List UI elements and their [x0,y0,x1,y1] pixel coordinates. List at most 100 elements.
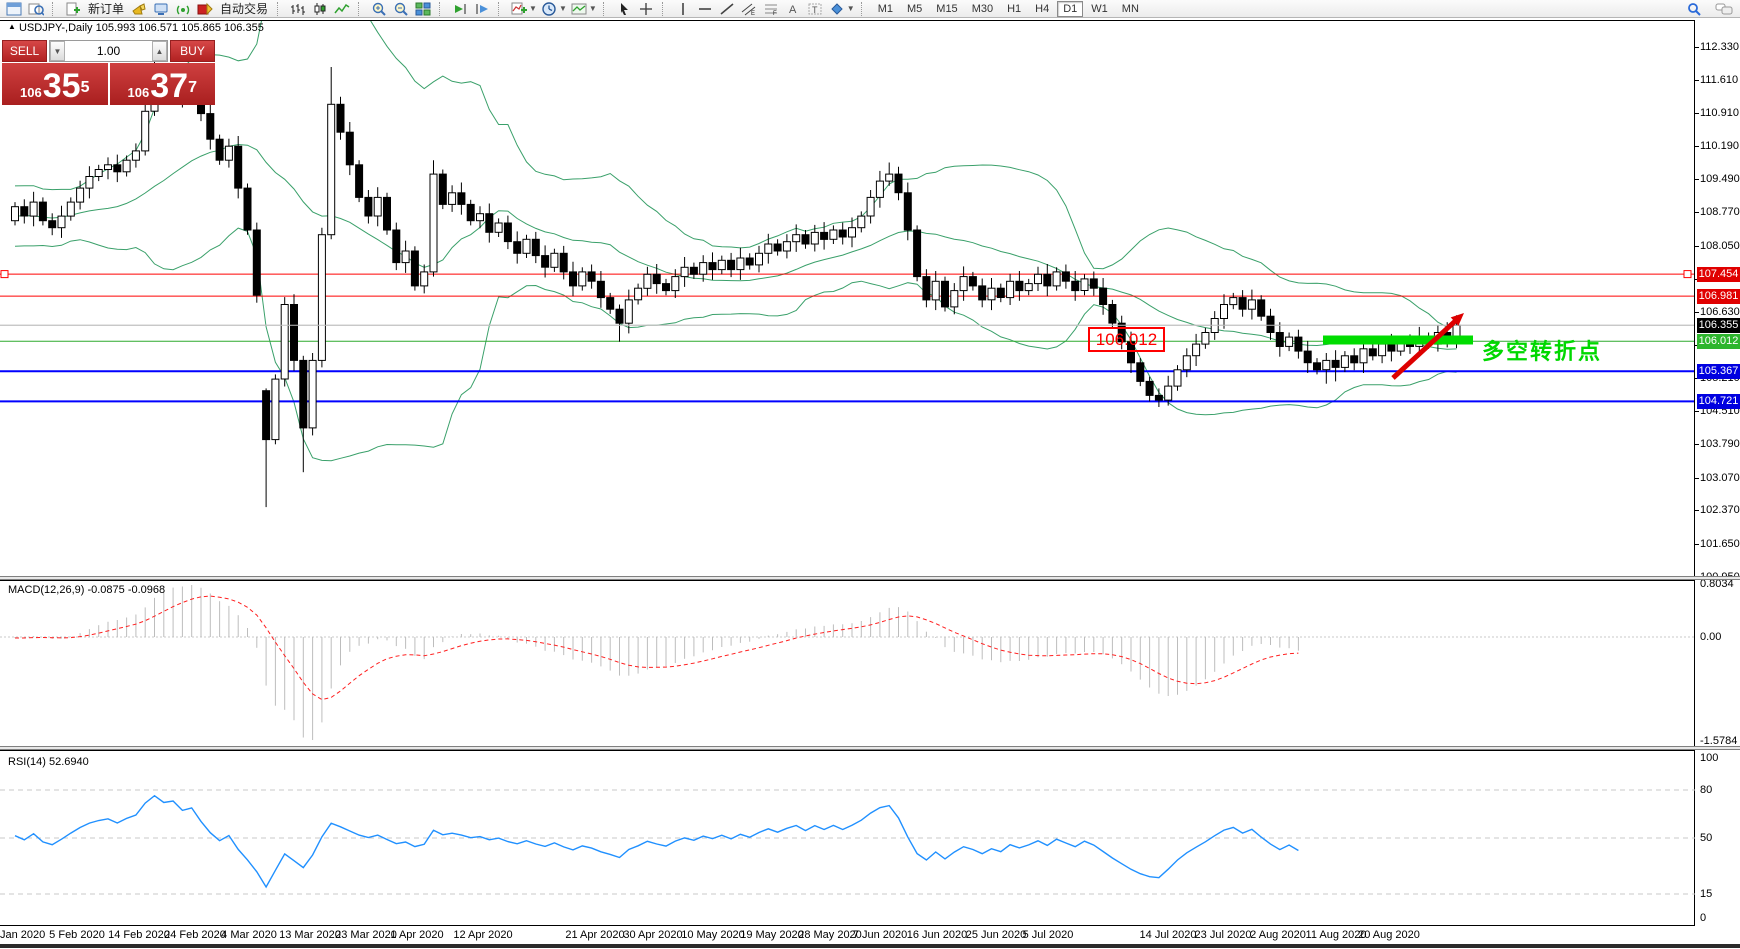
new-order-label[interactable]: 新订单 [85,0,127,17]
chevron-down-icon[interactable]: ▼ [559,4,567,13]
rsi-axis-label: 0 [1700,912,1706,924]
svg-text:F: F [773,11,777,16]
volume-stepper: ▼ 1.00 ▲ [49,40,168,62]
tab-m1[interactable]: M1 [872,1,899,17]
status-bar-edge [0,944,1740,948]
sell-price[interactable]: 106 35 5 [2,63,108,105]
trendline-icon[interactable] [717,1,737,17]
axis-tick-label: 110.190 [1700,140,1739,152]
price-level-badge: 106.981 [1697,289,1740,304]
date-axis-label: 14 Feb 2020 [108,929,170,941]
axis-tick-label: 102.370 [1700,504,1740,516]
tab-h4[interactable]: H4 [1029,1,1055,17]
pane-splitter[interactable] [0,746,1740,750]
price-chart-pane[interactable] [0,20,1695,577]
volume-increase-button[interactable]: ▲ [152,41,167,61]
charts-window-icon[interactable] [4,1,24,17]
chart-title: ▲ USDJPY-,Daily 105.993 106.571 105.865 … [8,22,264,34]
cn-annotation-text[interactable]: 多空转折点 [1482,334,1602,366]
tab-m15[interactable]: M15 [930,1,963,17]
shapes-icon[interactable] [827,1,847,17]
vertical-line-icon[interactable] [673,1,693,17]
new-order-icon[interactable] [63,1,83,17]
date-axis-label: 25 Jun 2020 [966,929,1027,941]
green-highlight-bar[interactable] [1323,336,1473,345]
price-annotation-box[interactable]: 106.012 [1088,327,1165,352]
axis-tick-label: 101.650 [1700,538,1740,550]
label-icon[interactable]: T [805,1,825,17]
sell-price-pip: 5 [81,73,90,103]
search-icon[interactable] [1684,1,1704,17]
tab-h1[interactable]: H1 [1001,1,1027,17]
date-axis-label: 14 Jul 2020 [1140,929,1197,941]
autotrade-icon[interactable] [195,1,215,17]
macd-label: MACD(12,26,9) -0.0875 -0.0968 [8,584,165,596]
buy-price-prefix: 106 [128,83,150,103]
horizontal-line-icon[interactable] [695,1,715,17]
periods-icon[interactable] [539,1,559,17]
date-axis-label: 5 Feb 2020 [49,929,105,941]
bollinger-lower-band [15,228,1457,461]
chart-shift-icon[interactable] [472,1,492,17]
axis-tick [1695,510,1699,511]
market-watch-icon[interactable] [26,1,46,17]
tile-windows-icon[interactable] [413,1,433,17]
date-axis-label: 20 Aug 2020 [1358,929,1420,941]
separator [603,2,609,16]
tab-mn[interactable]: MN [1116,1,1145,17]
volume-decrease-button[interactable]: ▼ [50,41,65,61]
axis-tick [1695,212,1699,213]
line-anchor[interactable] [1,271,8,278]
rsi-pane[interactable] [0,750,1695,926]
rsi-axis-label: 100 [1700,752,1718,764]
chevron-down-icon[interactable]: ▼ [529,4,537,13]
terminal-icon[interactable] [151,1,171,17]
date-axis-label: 10 May 2020 [681,929,745,941]
axis-tick-label: 108.050 [1700,240,1740,252]
sell-button[interactable]: SELL [2,40,47,62]
volume-value[interactable]: 1.00 [65,41,152,61]
macd-axis-label: -1.5784 [1700,735,1737,747]
buy-button[interactable]: BUY [170,40,215,62]
date-axis-label: 1 Apr 2020 [390,929,443,941]
line-chart-icon[interactable] [332,1,352,17]
separator [662,2,668,16]
axis-tick-label: 110.910 [1700,107,1739,119]
indicators-icon[interactable] [509,1,529,17]
chat-icon[interactable] [1714,1,1734,17]
tab-w1[interactable]: W1 [1085,1,1114,17]
rsi-axis-label: 50 [1700,832,1712,844]
auto-scroll-icon[interactable] [450,1,470,17]
pane-splitter[interactable] [0,576,1740,580]
one-click-trading-panel: SELL ▼ 1.00 ▲ BUY 106 35 5 106 37 7 [2,40,215,105]
crosshair-icon[interactable] [636,1,656,17]
date-axis-label: 24 Feb 2020 [164,929,226,941]
zoom-out-icon[interactable] [391,1,411,17]
chevron-down-icon[interactable]: ▼ [589,4,597,13]
tab-d1[interactable]: D1 [1057,1,1083,17]
megaphone-icon[interactable] [129,1,149,17]
macd-pane[interactable] [0,580,1695,747]
chevron-down-icon[interactable]: ▼ [847,4,855,13]
price-level-badge: 105.367 [1697,364,1740,379]
separator [52,2,58,16]
candlestick-chart-icon[interactable] [310,1,330,17]
buy-price[interactable]: 106 37 7 [110,63,216,105]
bar-chart-icon[interactable] [288,1,308,17]
equidistant-channel-icon[interactable]: E [739,1,759,17]
auto-trading-label[interactable]: 自动交易 [217,0,271,17]
zoom-in-icon[interactable] [369,1,389,17]
cursor-icon[interactable] [614,1,634,17]
date-axis-label: 13 Mar 2020 [279,929,341,941]
templates-icon[interactable] [569,1,589,17]
tab-m30[interactable]: M30 [966,1,999,17]
expand-arrow-icon[interactable]: ▲ [8,22,16,31]
tab-m5[interactable]: M5 [901,1,928,17]
separator [277,2,283,16]
axis-tick-label: 103.070 [1700,472,1740,484]
fibonacci-icon[interactable]: F [761,1,781,17]
text-icon[interactable]: A [783,1,803,17]
line-anchor[interactable] [1684,271,1691,278]
signal-icon[interactable] [173,1,193,17]
macd-histogram [15,585,1298,740]
